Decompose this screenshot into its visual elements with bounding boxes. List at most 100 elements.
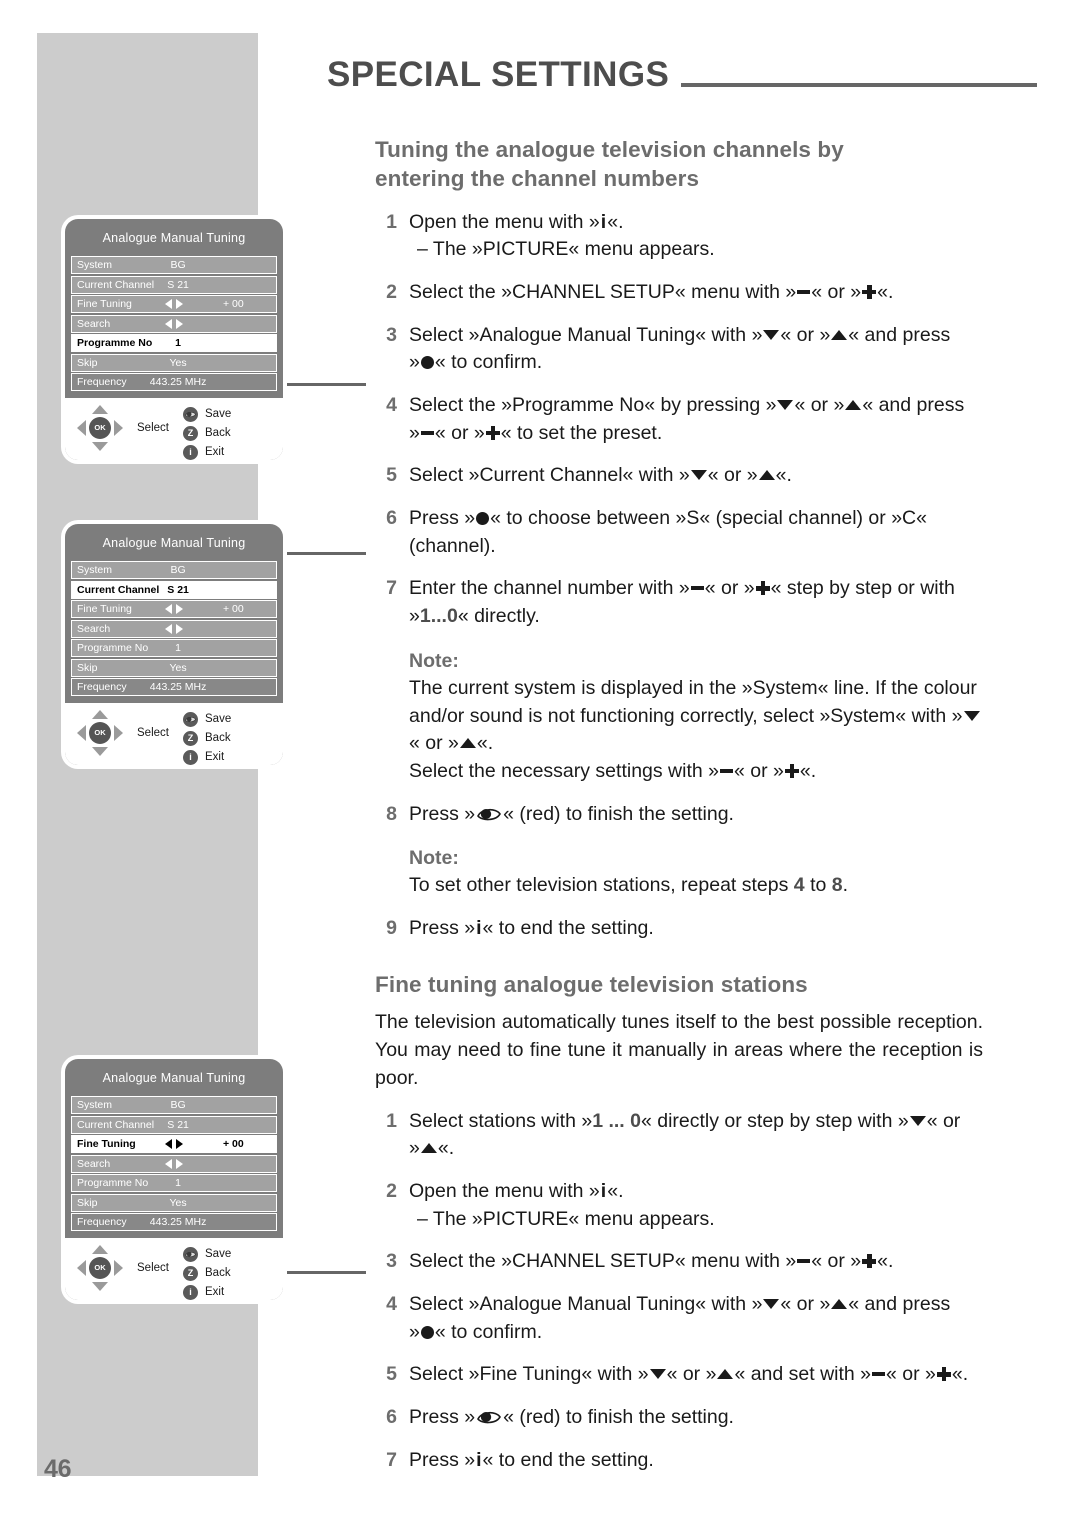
left-right-arrows-icon[interactable]	[165, 318, 183, 329]
step-substep: – The »PICTURE« menu appears.	[417, 1207, 715, 1230]
eye-icon[interactable]	[183, 406, 198, 422]
osd-row-search[interactable]: Search	[71, 619, 277, 638]
osd-key-label: Back	[205, 1267, 231, 1279]
body-column: Tuning the analogue television channels …	[375, 136, 983, 1474]
step-number: 1	[386, 1109, 397, 1132]
osd-row-label: Search	[77, 1157, 111, 1170]
osd-row-fine-tuning[interactable]: Fine Tuning + 00	[71, 600, 277, 618]
info-key-icon: i	[600, 1179, 607, 1202]
dpad-icon[interactable]: OK	[77, 404, 123, 451]
osd-row-skip[interactable]: Skip Yes	[71, 353, 277, 372]
osd-row-system[interactable]: System BG	[71, 1096, 277, 1114]
eye-icon[interactable]	[183, 711, 198, 727]
dpad-left-icon[interactable]	[77, 419, 86, 436]
left-right-arrows-icon[interactable]	[165, 604, 183, 614]
dpad-icon[interactable]: OK	[77, 1244, 123, 1291]
dpad-down-icon[interactable]	[92, 746, 108, 756]
osd-row-skip[interactable]: Skip Yes	[71, 1193, 277, 1212]
osd-row-label: Skip	[77, 661, 98, 674]
ok-key-icon	[420, 356, 434, 370]
dpad-right-icon[interactable]	[114, 1259, 123, 1276]
step-number: 6	[386, 507, 397, 530]
step-number: 1	[386, 210, 397, 233]
minus-key-icon	[690, 586, 704, 591]
osd-row-value: S 21	[167, 278, 189, 291]
dpad-down-icon[interactable]	[92, 1281, 108, 1291]
step-item: 4 Select »Analogue Manual Tuning« with »…	[375, 1291, 983, 1346]
osd-menu-programme-no: Analogue Manual Tuning System BG Current Ch…	[65, 219, 283, 460]
dpad-up-icon[interactable]	[92, 709, 108, 719]
eye-icon[interactable]	[183, 1246, 198, 1262]
left-right-arrows-icon[interactable]	[165, 1158, 183, 1169]
osd-row-current-channel[interactable]: Current Channel S 21	[71, 1115, 277, 1134]
osd-row-label: Current Channel	[77, 583, 160, 596]
step-item: 6 Press » « to choose between »S« (specia…	[375, 505, 983, 560]
dpad-left-icon[interactable]	[77, 1259, 86, 1276]
plus-key-icon	[862, 284, 877, 299]
connector-line-menu2-step7	[286, 552, 366, 555]
osd-select-label: Select	[137, 726, 169, 739]
step-item: 3 Select »Analogue Manual Tuning« with »…	[375, 322, 983, 377]
osd-row-fine-tuning[interactable]: Fine Tuning + 00	[71, 295, 277, 313]
osd-key-row: i Exit	[183, 748, 231, 765]
osd-row-frequency[interactable]: Frequency 443.25 MHz	[71, 373, 277, 391]
note-system: Note: The current system is displayed in…	[375, 650, 983, 786]
info-button-icon[interactable]: i	[183, 444, 198, 460]
osd-menu-fine-tuning: Analogue Manual Tuning System BG Current Ch…	[65, 1059, 283, 1300]
osd-row-system[interactable]: System BG	[71, 561, 277, 579]
dpad-down-icon[interactable]	[92, 441, 108, 451]
left-right-arrows-icon[interactable]	[165, 1139, 183, 1149]
osd-select-label: Select	[137, 1261, 169, 1274]
osd-key-label: Save	[205, 1248, 232, 1260]
step-item: 3 Select the »CHANNEL SETUP« menu with »…	[375, 1248, 983, 1276]
osd-row-label: Skip	[77, 1196, 98, 1209]
step-item: 8 Press » « (red) to finish the setting.	[375, 801, 983, 829]
dpad-right-icon[interactable]	[114, 419, 123, 436]
step-number: 4	[386, 1292, 397, 1315]
osd-row-search[interactable]: Search	[71, 1154, 277, 1173]
step-number: 2	[386, 1179, 397, 1202]
eye-key-icon	[477, 1410, 502, 1425]
osd-row-label: Search	[77, 317, 111, 330]
osd-key-label: Back	[205, 732, 231, 744]
osd-key-legend: Save Z Back i Exit	[183, 1245, 231, 1300]
left-right-arrows-icon[interactable]	[165, 299, 183, 309]
z-button-icon[interactable]: Z	[183, 730, 198, 746]
osd-row-current-channel[interactable]: Current Channel S 21	[71, 275, 277, 294]
osd-row-skip[interactable]: Skip Yes	[71, 658, 277, 677]
down-key-icon	[763, 1298, 780, 1309]
note-body: To set other television stations, repeat…	[409, 874, 849, 897]
osd-footer: OK Select Save Z Back i Exit	[65, 703, 283, 765]
osd-row-system[interactable]: System BG	[71, 256, 277, 274]
minus-key-icon	[797, 289, 811, 294]
info-button-icon[interactable]: i	[183, 749, 198, 765]
osd-row-frequency[interactable]: Frequency 443.25 MHz	[71, 678, 277, 696]
ok-button-icon[interactable]: OK	[89, 416, 111, 439]
z-button-icon[interactable]: Z	[183, 1265, 198, 1281]
osd-row-programme-no[interactable]: Programme No 1	[71, 334, 277, 352]
dpad-left-icon[interactable]	[77, 724, 86, 741]
osd-row-programme-no[interactable]: Programme No 1	[71, 639, 277, 657]
down-key-icon	[690, 470, 707, 481]
fine-tuning-intro: The television automatically tunes itsel…	[375, 1011, 983, 1089]
osd-title: Analogue Manual Tuning	[102, 231, 246, 245]
left-right-arrows-icon[interactable]	[165, 623, 183, 634]
osd-row-current-channel[interactable]: Current Channel S 21	[71, 580, 277, 599]
osd-row-search[interactable]: Search	[71, 314, 277, 333]
osd-key-label: Save	[205, 713, 232, 725]
dpad-right-icon[interactable]	[114, 724, 123, 741]
dpad-icon[interactable]: OK	[77, 709, 123, 756]
osd-row-value: 1	[175, 337, 181, 349]
info-button-icon[interactable]: i	[183, 1284, 198, 1300]
z-button-icon[interactable]: Z	[183, 425, 198, 441]
step-number: 9	[386, 916, 397, 939]
ok-button-icon[interactable]: OK	[89, 721, 111, 744]
osd-row-fine-tuning[interactable]: Fine Tuning + 00	[71, 1135, 277, 1153]
dpad-up-icon[interactable]	[92, 404, 108, 414]
osd-row-value: 1	[175, 1177, 181, 1189]
dpad-up-icon[interactable]	[92, 1244, 108, 1254]
osd-row-programme-no[interactable]: Programme No 1	[71, 1174, 277, 1192]
ok-button-icon[interactable]: OK	[89, 1256, 111, 1279]
osd-row-frequency[interactable]: Frequency 443.25 MHz	[71, 1213, 277, 1231]
osd-menu-current-channel: Analogue Manual Tuning System BG Current Ch…	[65, 524, 283, 765]
